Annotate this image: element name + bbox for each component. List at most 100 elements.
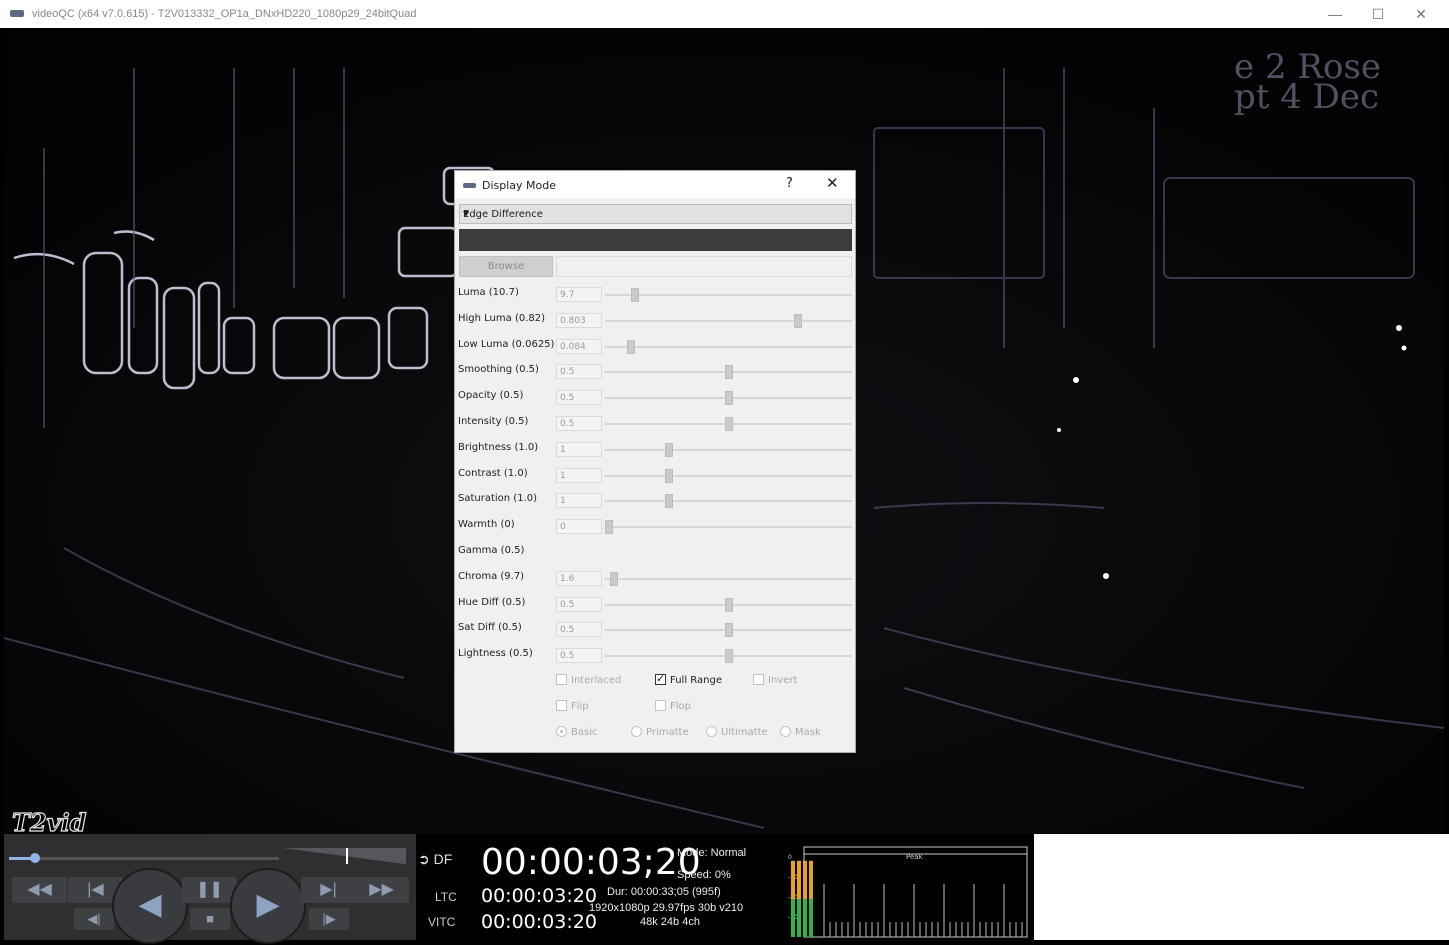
help-button[interactable]: ? <box>786 176 793 191</box>
transport-panel: ◀◀ |◀ ◀| ◀ ❚❚ ■ ▶ ▶| |▶ ▶▶ <box>4 834 416 944</box>
flop-checkbox[interactable]: Flop <box>655 700 691 712</box>
param-value-field[interactable]: 1 <box>556 441 602 457</box>
param-slider-thumb[interactable] <box>626 339 635 354</box>
param-row: Warmth (0) 0 <box>455 515 855 535</box>
ltc-timecode: 00:00:03:20 <box>481 885 597 907</box>
param-slider-thumb[interactable] <box>724 623 733 638</box>
play-reverse-button[interactable]: ◀ <box>112 868 188 944</box>
meter-title: Peak <box>906 853 924 861</box>
param-value-field[interactable]: 0 <box>556 519 602 535</box>
param-slider-thumb[interactable] <box>664 468 673 483</box>
position-knob[interactable] <box>30 853 41 863</box>
go-to-end-button[interactable]: ▶| <box>301 877 356 903</box>
param-slider-track[interactable] <box>605 500 852 503</box>
df-label: DF <box>433 851 453 867</box>
param-value-field[interactable]: 1.6 <box>556 570 602 586</box>
param-slider-thumb[interactable] <box>724 417 733 431</box>
param-slider-thumb[interactable] <box>631 288 640 302</box>
mask-label: Mask <box>795 727 821 738</box>
param-label: Opacity (0.5) <box>458 390 524 402</box>
speed-status: Speed: 0% <box>677 869 731 881</box>
flip-box <box>556 700 567 711</box>
chevron-down-icon: ▼ <box>463 209 470 218</box>
step-forward-button[interactable]: |▶ <box>309 908 349 930</box>
fast-forward-button[interactable]: ▶▶ <box>354 877 409 903</box>
position-slider[interactable] <box>9 848 409 864</box>
param-slider-track[interactable] <box>605 345 852 348</box>
param-slider-track[interactable] <box>605 526 852 529</box>
param-value-field[interactable]: 9.7 <box>556 287 602 302</box>
param-slider-track[interactable] <box>605 474 852 477</box>
stop-button[interactable]: ■ <box>190 908 230 930</box>
dialog-close-button[interactable]: ✕ <box>826 174 839 192</box>
param-label: Luma (10.7) <box>458 287 519 298</box>
maximize-button[interactable]: ☐ <box>1361 4 1395 24</box>
param-slider-thumb[interactable] <box>724 391 733 406</box>
param-slider-thumb[interactable] <box>724 597 733 612</box>
flip-checkbox[interactable]: Flip <box>556 700 589 712</box>
dialog-title: Display Mode <box>482 179 557 192</box>
param-label: Smoothing (0.5) <box>458 364 539 376</box>
step-back-button[interactable]: ◀| <box>74 908 114 930</box>
param-slider-track[interactable] <box>605 448 852 451</box>
minimize-button[interactable]: — <box>1318 4 1352 24</box>
param-value-field[interactable]: 0.5 <box>556 648 602 664</box>
audio-format-info: 48k 24b 4ch <box>640 916 700 928</box>
param-slider-thumb[interactable] <box>609 571 618 586</box>
ltc-label: LTC <box>435 890 457 904</box>
volume-ramp[interactable] <box>284 848 406 864</box>
basic-radio-dot <box>556 726 567 737</box>
invert-checkbox[interactable]: Invert <box>753 674 797 686</box>
channel-peak-bar <box>809 860 813 899</box>
svg-text:pt 4 Dec: pt 4 Dec <box>1234 77 1379 117</box>
drop-frame-toggle[interactable]: ➲ DF <box>418 851 452 868</box>
file-path-field[interactable] <box>556 256 852 277</box>
param-slider-thumb[interactable] <box>605 520 613 535</box>
interlaced-label: Interlaced <box>571 675 622 686</box>
param-slider-thumb[interactable] <box>664 494 673 509</box>
param-slider-thumb[interactable] <box>724 649 733 664</box>
display-mode-select[interactable]: Edge Difference ▼ <box>459 204 852 224</box>
primatte-radio-dot <box>631 726 642 737</box>
browse-button[interactable]: Browse <box>459 256 553 277</box>
interlaced-box <box>556 674 567 685</box>
full-range-checkbox[interactable]: Full Range <box>655 672 722 686</box>
param-slider-track[interactable] <box>605 294 852 296</box>
arrow-circle-icon: ➲ <box>418 851 430 867</box>
param-slider-track[interactable] <box>605 319 852 322</box>
param-label: Hue Diff (0.5) <box>458 596 526 608</box>
param-slider-thumb[interactable] <box>724 365 733 380</box>
param-row: Brightness (1.0) 1 <box>455 438 855 458</box>
play-button[interactable]: ▶ <box>230 868 306 944</box>
param-value-field[interactable]: 1 <box>556 467 602 483</box>
primatte-radio[interactable]: Primatte <box>631 726 689 738</box>
param-value-field[interactable]: 0.5 <box>556 596 602 612</box>
audio-meter: Peak 0-10-20-30 <box>786 834 1034 940</box>
ultimatte-radio[interactable]: Ultimatte <box>706 726 768 738</box>
param-value-field[interactable]: 1 <box>556 493 602 509</box>
param-row: Opacity (0.5) 0.5 <box>455 386 855 406</box>
pause-button[interactable]: ❚❚ <box>182 877 237 903</box>
param-value-field[interactable]: 0.5 <box>556 416 602 431</box>
basic-radio[interactable]: Basic <box>556 726 597 738</box>
mode-preview-bar <box>459 229 852 251</box>
channel-peak-bar <box>797 860 801 899</box>
param-row: Luma (10.7) 9.7 <box>455 283 855 303</box>
param-slider-track[interactable] <box>605 577 852 580</box>
param-slider-thumb[interactable] <box>793 313 802 328</box>
ultimatte-radio-dot <box>706 726 717 737</box>
param-label: Intensity (0.5) <box>458 416 529 427</box>
interlaced-checkbox[interactable]: Interlaced <box>556 674 621 686</box>
param-value-field[interactable]: 0.084 <box>556 338 602 354</box>
rewind-button[interactable]: ◀◀ <box>12 877 67 903</box>
param-value-field[interactable]: 0.5 <box>556 390 602 406</box>
flop-label: Flop <box>670 701 691 712</box>
param-label: Chroma (9.7) <box>458 570 525 582</box>
mask-radio[interactable]: Mask <box>780 726 821 738</box>
param-value-field[interactable]: 0.5 <box>556 364 602 380</box>
invert-box <box>753 674 764 685</box>
param-slider-thumb[interactable] <box>664 442 673 457</box>
param-value-field[interactable]: 0.803 <box>556 312 602 328</box>
param-value-field[interactable]: 0.5 <box>556 622 602 638</box>
close-window-button[interactable]: ✕ <box>1404 4 1438 24</box>
